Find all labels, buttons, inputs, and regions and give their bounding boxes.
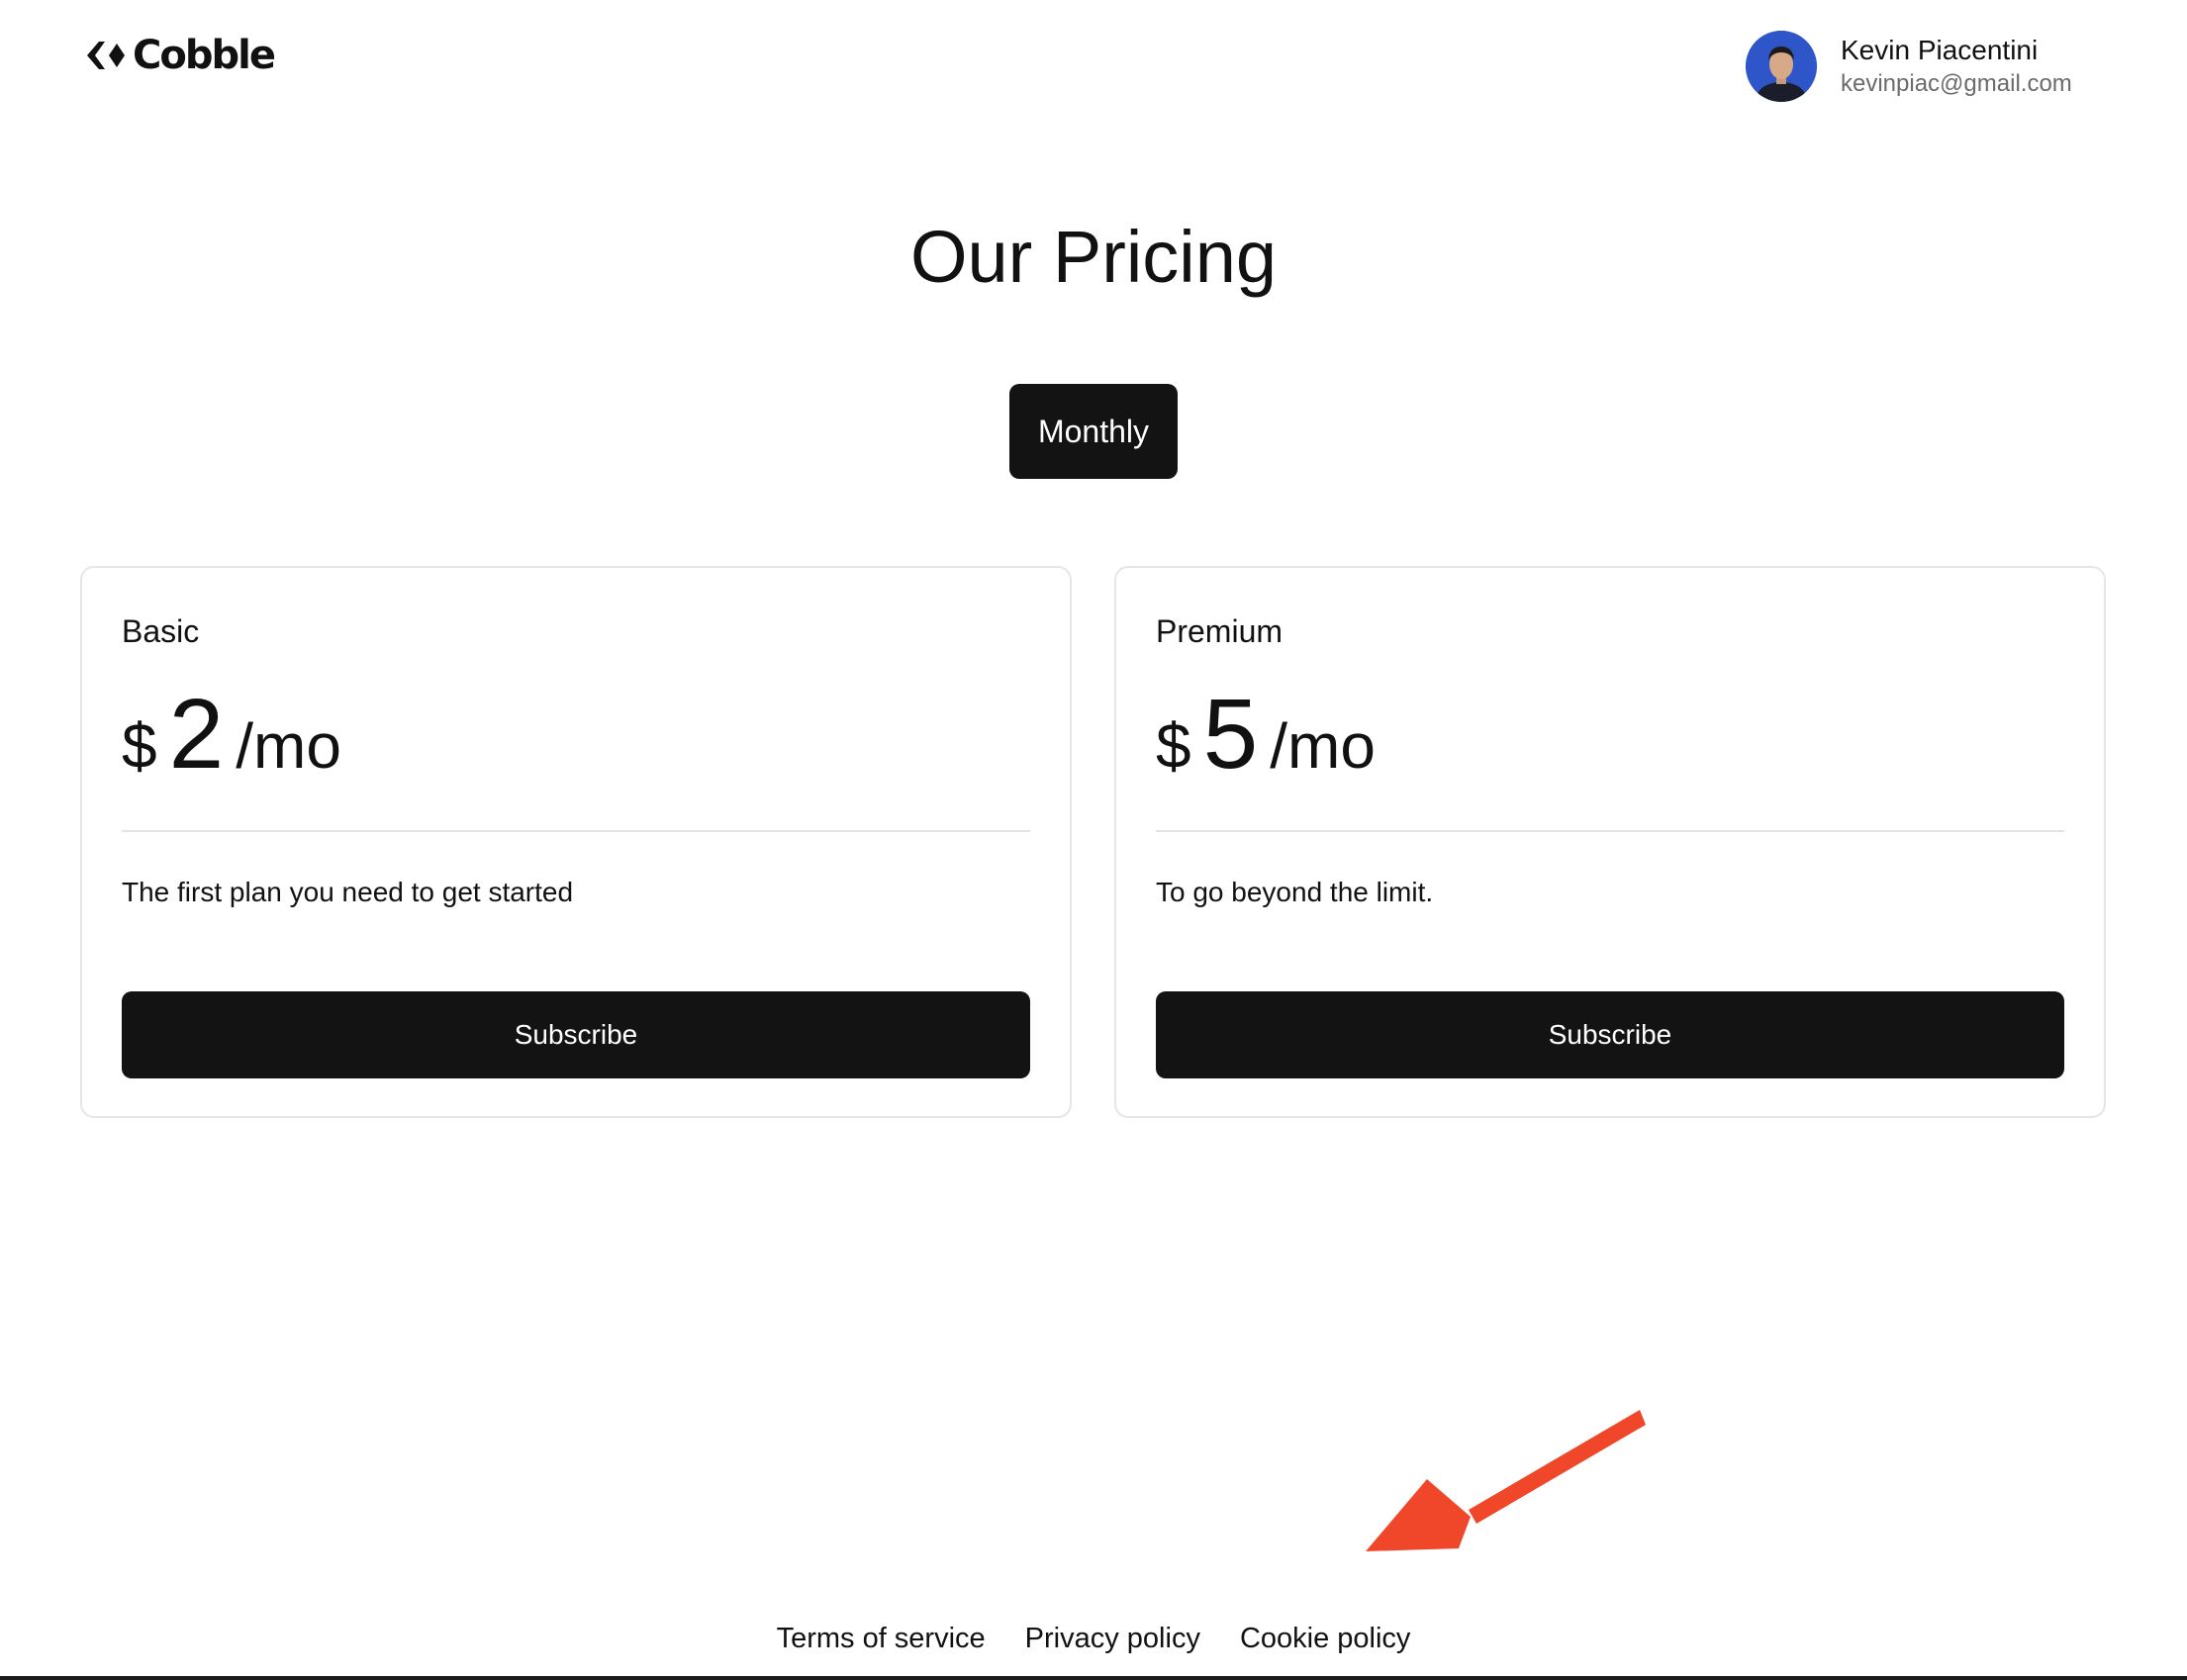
brand-logo[interactable]: Cobble [85, 33, 276, 78]
footer-link-privacy[interactable]: Privacy policy [1025, 1621, 1200, 1656]
user-info: Kevin Piacentini kevinpiac@gmail.com [1841, 33, 2072, 100]
plan-name: Premium [1156, 613, 1284, 649]
logo-text: Cobble [133, 33, 276, 78]
subscribe-button-basic[interactable]: Subscribe [122, 991, 1030, 1078]
card-divider [122, 830, 1030, 832]
plan-description: To go beyond the limit. [1156, 877, 1434, 907]
footer-links: Terms of service Privacy policy Cookie p… [0, 1621, 2187, 1656]
user-profile[interactable]: Kevin Piacentini kevinpiac@gmail.com [1746, 31, 2072, 102]
price-period: /mo [236, 710, 341, 782]
plan-name: Basic [122, 613, 200, 649]
pricing-card-basic: Basic $ 2 /mo The first plan you need to… [80, 566, 1072, 1118]
footer-link-terms[interactable]: Terms of service [777, 1621, 986, 1656]
user-name: Kevin Piacentini [1841, 35, 2039, 65]
arrow-annotation-icon [1366, 1410, 1646, 1551]
price-amount: 2 [168, 679, 225, 790]
plan-price: $ 2 /mo [122, 685, 341, 786]
price-currency: $ [1156, 710, 1191, 782]
price-period: /mo [1270, 710, 1376, 782]
price-currency: $ [122, 710, 157, 782]
billing-period-toggle-monthly[interactable]: Monthly [1009, 384, 1178, 479]
user-email: kevinpiac@gmail.com [1841, 70, 2072, 97]
plan-price: $ 5 /mo [1156, 685, 1376, 786]
page-title: Our Pricing [909, 216, 1278, 298]
pricing-card-premium: Premium $ 5 /mo To go beyond the limit. … [1114, 566, 2106, 1118]
subscribe-button-premium[interactable]: Subscribe [1156, 991, 2064, 1078]
footer-link-cookies[interactable]: Cookie policy [1240, 1621, 1410, 1656]
window-bottom-edge [0, 1676, 2187, 1680]
card-divider [1156, 830, 2064, 832]
avatar[interactable] [1746, 31, 1817, 102]
cobble-diamond-logo-icon [87, 42, 125, 69]
user-avatar-icon [1746, 31, 1817, 102]
price-amount: 5 [1202, 679, 1259, 790]
plan-description: The first plan you need to get started [122, 877, 574, 907]
